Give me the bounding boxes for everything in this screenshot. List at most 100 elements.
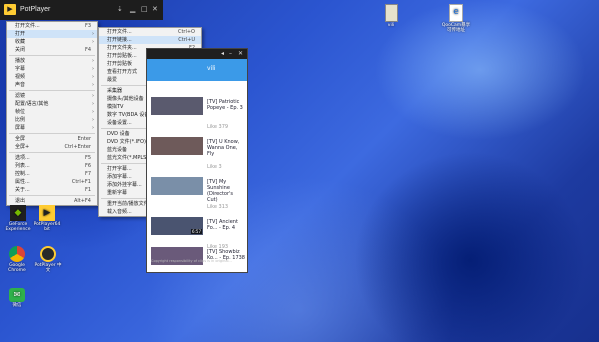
minimize-icon[interactable]: ▁ [130,5,135,14]
desktop-icon-vili[interactable]: vili [378,4,404,28]
menu-item[interactable]: 控制... F7 [7,170,97,178]
chevron-right-icon: › [92,74,94,80]
menu-item-label: 关闭 [15,47,26,53]
menu-item[interactable]: 打开文件... Ctrl+O [99,28,201,36]
menu-item-label: 控制... [15,171,30,177]
menu-item-label: 帧位 [15,109,26,115]
menu-item[interactable]: 关闭 F4 [7,46,97,54]
desktop-icon-wechat[interactable]: ✉ 微信 [4,288,30,308]
menu-item-shortcut: Ctrl+U [178,37,195,43]
desktop-icon-label: vili [387,23,395,28]
menu-item-label: 收藏 [15,39,26,45]
menu-item-label: 配置/语言/其他 [15,101,49,107]
menu-item-label: 重新字幕 [107,190,128,196]
desktop-icon-label: GeForce Experience [5,222,31,232]
video-title[interactable]: [TV] U Know, Wanna One, Fly [207,139,245,157]
menu-item[interactable]: 全屏 Enter [7,135,97,143]
desktop-icon-potplayer64[interactable]: ▶ PotPlayer64 bit [32,205,62,232]
potplayer-icon [40,246,56,262]
menu-item[interactable]: 打开文件... F3 [7,22,97,30]
copyright-note: Copyright responsibility of clips is in … [151,259,232,263]
menu-item-label: 添加外挂字幕... [107,182,142,188]
menu-item-label: 打开剪贴板... [107,53,137,59]
menu-item[interactable]: 字幕 › [7,65,97,73]
menu-item[interactable]: 播放 › [7,57,97,65]
video-like-count: Like 3 [207,164,222,170]
menu-item[interactable]: 选项... F5 [7,154,97,162]
menu-separator [9,152,95,153]
menu-item-label: 选项... [15,155,30,161]
desktop-icon-potplayer-cn[interactable]: PotPlayer 中文 [34,246,62,273]
chevron-right-icon: › [92,82,94,88]
menu-item[interactable]: 帧位 › [7,108,97,116]
chevron-right-icon: › [92,93,94,99]
video-title[interactable]: [TV] Ancient Fo... - Ep. 4 [207,219,245,231]
menu-item-label: 属性... [15,179,30,185]
menu-item-label: 查看打开方式 [107,69,138,75]
menu-item-label: 关于... [15,187,30,193]
menu-item-label: 全屏 [15,136,26,142]
menu-item-label: 播放 [15,58,26,64]
potplayer-title-bar[interactable]: ▶ PotPlayer ⇣ ▁ □ ✕ [0,0,163,20]
menu-item-shortcut: F1 [84,187,91,193]
menu-item-label: 打开链接... [107,37,132,43]
window-title: PotPlayer [20,6,51,13]
menu-item[interactable]: 比例 › [7,116,97,124]
pin-icon[interactable]: ⇣ [117,5,123,14]
close-icon[interactable]: ✕ [238,51,243,57]
video-title[interactable]: [TV] Patriotic Popeye - Ep. 3 [207,99,245,111]
video-duration: 6:57 [191,229,202,234]
menu-item-label: 打开字幕... [107,166,132,172]
menu-item[interactable]: 屏幕 › [7,124,97,132]
video-thumbnail[interactable]: 6:57 [151,217,203,235]
file-icon [384,4,398,22]
menu-item[interactable]: 打开链接... Ctrl+U [99,36,201,44]
menu-item[interactable]: 滤镜 › [7,92,97,100]
video-thumbnail[interactable] [151,177,203,195]
menu-item-label: 打开剪贴板 [107,61,133,67]
menu-item[interactable]: 列表... F6 [7,162,97,170]
maximize-icon[interactable]: □ [141,5,148,14]
share-icon[interactable]: ◂ [221,51,224,57]
menu-item-label: 声音 [15,82,26,88]
panel-header: vili [147,59,247,81]
video-thumbnail[interactable] [151,137,203,155]
menu-item[interactable]: 关于... F1 [7,186,97,194]
desktop-icon-qoocam[interactable]: e QooCam暴享可传地址 [440,4,472,33]
close-icon[interactable]: ✕ [152,5,158,14]
menu-item-label: 最爱 [107,77,118,83]
video-thumbnail[interactable] [151,97,203,115]
menu-item[interactable]: 收藏 › [7,38,97,46]
desktop-icon-geforce[interactable]: ◆ GeForce Experience [4,205,32,232]
video-like-count: Like 313 [207,204,229,210]
menu-item-label: 模拟TV [107,104,124,110]
menu-item-label: 蓝光设备 [107,147,128,153]
desktop-icon-label: PotPlayer64 bit [33,222,61,232]
chevron-right-icon: › [92,31,94,37]
menu-item[interactable]: 配置/语言/其他 › [7,100,97,108]
menu-item-label: 打开文件... [107,29,132,35]
menu-item[interactable]: 视频 › [7,73,97,81]
menu-item-label: 屏幕 [15,125,26,131]
desktop-icon-label: 微信 [12,303,22,308]
minimize-icon[interactable]: – [229,51,232,57]
menu-item-label: 添加字幕... [107,174,132,180]
chevron-right-icon: › [92,109,94,115]
menu-item-shortcut: Alt+F4 [73,198,91,204]
menu-item[interactable]: 声音 › [7,81,97,89]
menu-item[interactable]: 退出 Alt+F4 [7,197,97,205]
chrome-icon [9,246,25,262]
desktop-icon-chrome[interactable]: Google Chrome [4,246,30,273]
menu-item-label: 打开 [15,31,26,37]
menu-item[interactable]: 打开 › [7,30,97,38]
menu-item-shortcut: Enter [77,136,91,142]
desktop: ▶ PotPlayer ⇣ ▁ □ ✕ 打开文件... F3 打开 › 收藏 › 关闭 F4 播… [0,0,599,342]
menu-item-label: 列表... [15,163,30,169]
menu-item-shortcut: F3 [84,23,91,29]
chevron-right-icon: › [92,125,94,131]
menu-item[interactable]: 属性... Ctrl+F1 [7,178,97,186]
menu-item[interactable]: 全屏+ Ctrl+Enter [7,143,97,151]
menu-item-shortcut: Ctrl+O [177,29,195,35]
video-title[interactable]: [TV] My Sunshine (Director's Cut) [207,179,245,203]
panel-title-bar[interactable]: ◂ – ✕ [147,49,247,59]
